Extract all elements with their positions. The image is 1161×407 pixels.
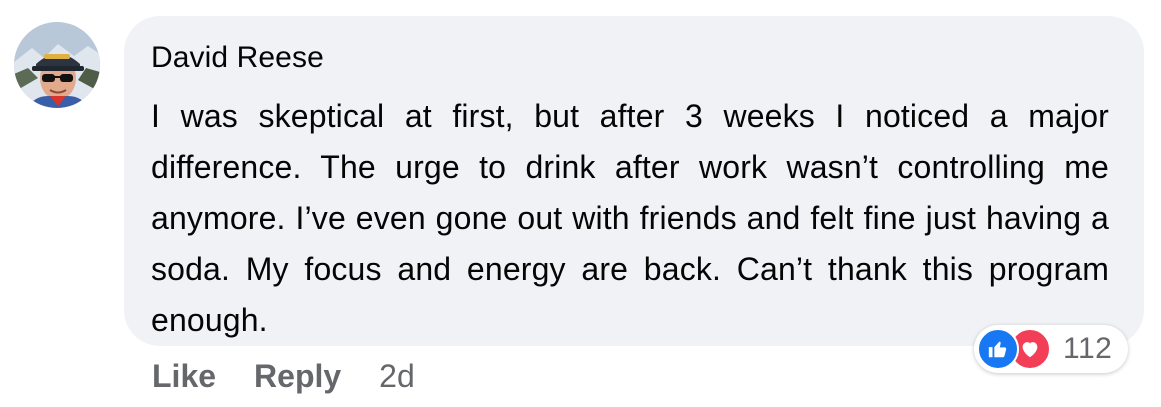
comment-text: I was skeptical at first, but after 3 we…: [151, 98, 1109, 338]
comment-author[interactable]: David Reese: [151, 40, 1112, 76]
reply-button[interactable]: Reply: [254, 358, 341, 395]
comment-timestamp[interactable]: 2d: [379, 358, 415, 395]
reaction-count: 112: [1063, 332, 1113, 365]
comment-actions: Like Reply 2d: [152, 358, 415, 395]
avatar[interactable]: [14, 22, 100, 108]
like-button[interactable]: Like: [152, 358, 216, 395]
like-reaction-icon: [977, 328, 1019, 370]
reactions-summary[interactable]: 112: [974, 325, 1129, 373]
avatar-photo: [14, 22, 100, 108]
comment-bubble: David Reese I was skeptical at first, bu…: [124, 16, 1144, 346]
